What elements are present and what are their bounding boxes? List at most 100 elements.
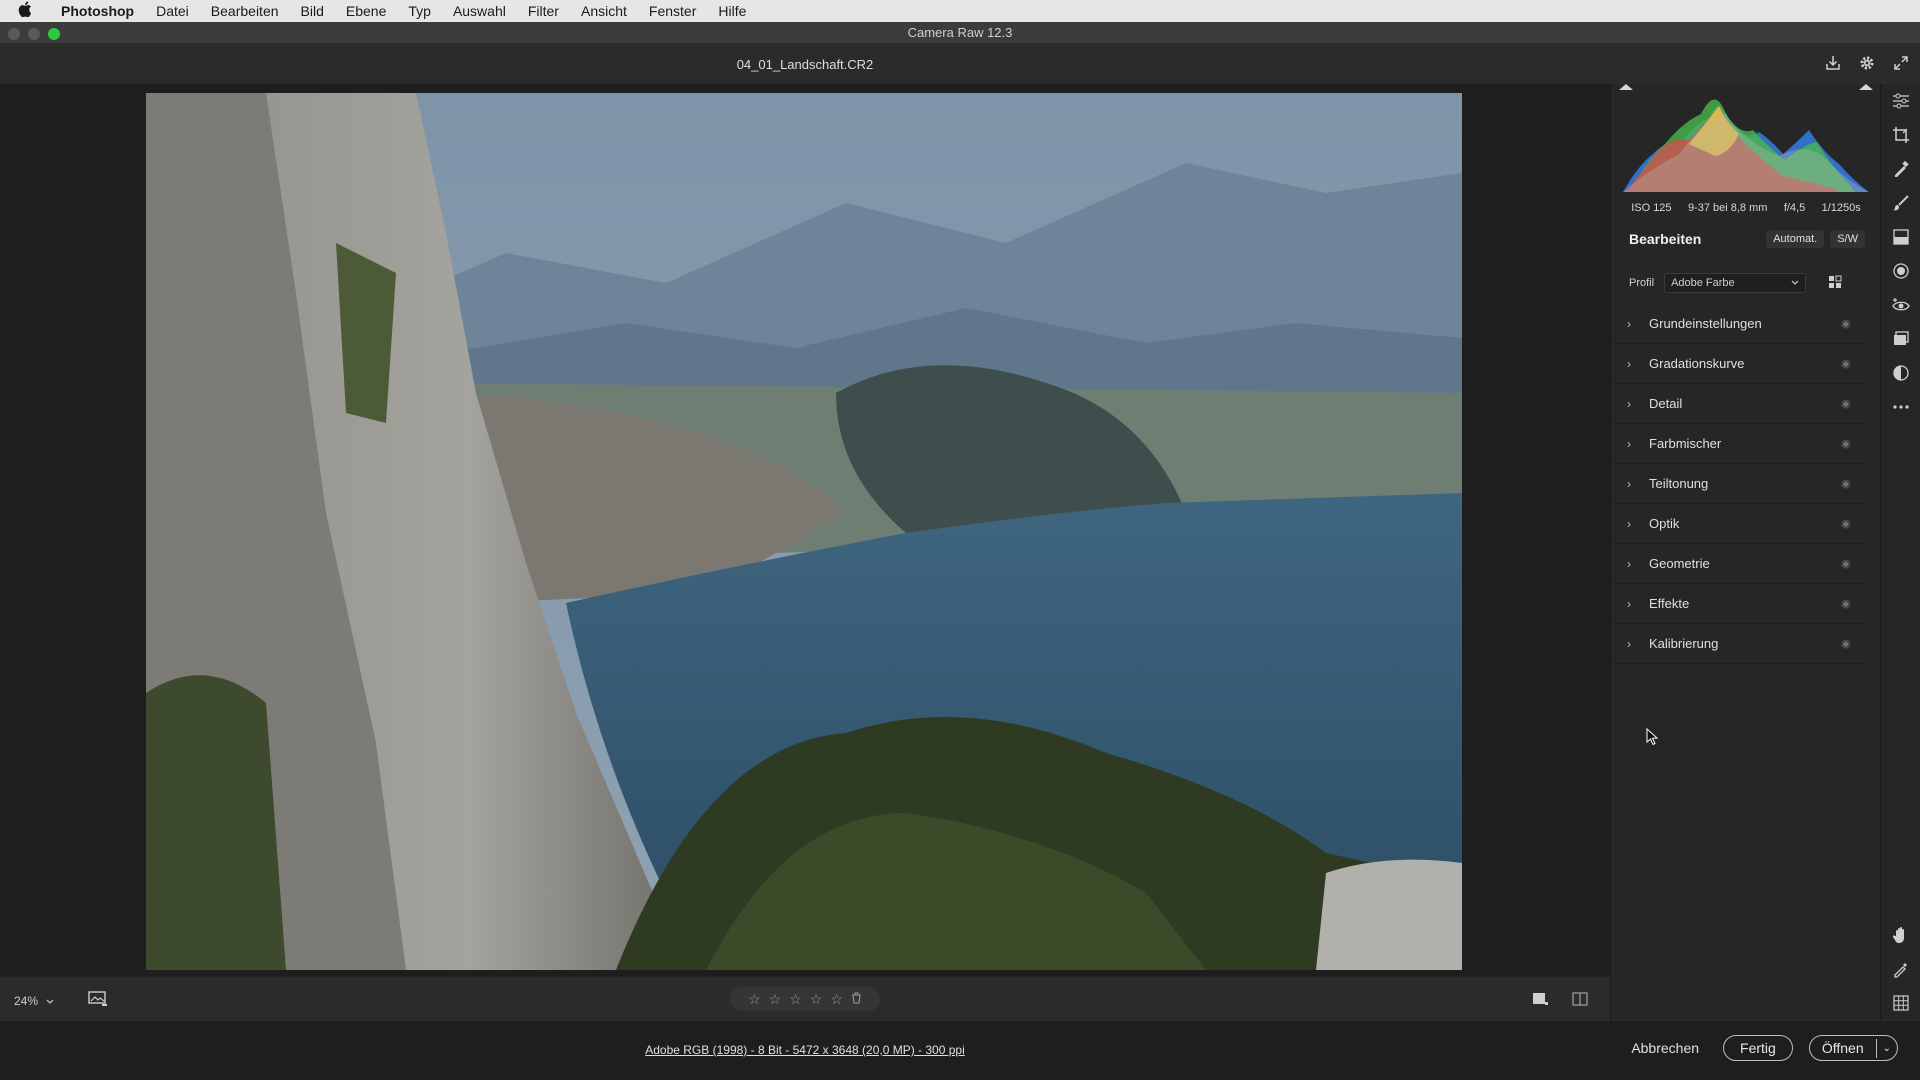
single-view-icon[interactable] <box>1532 992 1548 1011</box>
linear-gradient-icon[interactable] <box>1881 220 1920 254</box>
edit-sections: › Grundeinstellungen ◉ › Gradationskurve ◉ ›… <box>1615 304 1867 664</box>
profile-label: Profil <box>1629 277 1655 289</box>
histogram <box>1619 84 1873 194</box>
chevron-right-icon: › <box>1627 596 1631 611</box>
section-gradationskurve[interactable]: › Gradationskurve ◉ <box>1615 344 1867 384</box>
more-options-icon[interactable] <box>1881 390 1920 424</box>
eye-icon[interactable]: ◉ <box>1841 637 1867 650</box>
section-label: Kalibrierung <box>1649 636 1719 651</box>
edit-title: Bearbeiten <box>1629 231 1702 247</box>
menu-ansicht[interactable]: Ansicht <box>570 3 638 19</box>
edit-sliders-icon[interactable] <box>1881 84 1920 118</box>
filmstrip-toggle-icon[interactable] <box>88 991 108 1010</box>
brush-icon[interactable] <box>1881 186 1920 220</box>
star-icon[interactable]: ☆ <box>769 991 782 1008</box>
eye-icon[interactable]: ◉ <box>1841 397 1867 410</box>
rating-stars[interactable]: ☆ ☆ ☆ ☆ ☆ <box>730 987 880 1011</box>
apple-icon[interactable] <box>18 1 40 21</box>
open-button-group: Öffnen ⌄ <box>1808 1035 1898 1061</box>
eye-icon[interactable]: ◉ <box>1841 357 1867 370</box>
color-sampler-icon[interactable] <box>1881 952 1920 986</box>
star-icon[interactable]: ☆ <box>789 991 802 1008</box>
eye-icon[interactable]: ◉ <box>1841 477 1867 490</box>
hand-icon[interactable] <box>1881 918 1920 952</box>
presets-icon[interactable] <box>1881 356 1920 390</box>
zoom-control[interactable]: 24% <box>14 991 108 1010</box>
fullscreen-icon[interactable] <box>1892 54 1910 72</box>
healing-brush-icon[interactable] <box>1881 152 1920 186</box>
section-farbmischer[interactable]: › Farbmischer ◉ <box>1615 424 1867 464</box>
auto-button[interactable]: Automat. <box>1766 230 1825 248</box>
section-teiltonung[interactable]: › Teiltonung ◉ <box>1615 464 1867 504</box>
menu-bild[interactable]: Bild <box>290 3 335 19</box>
exif-lens: 9-37 bei 8,8 mm <box>1687 202 1768 214</box>
section-detail[interactable]: › Detail ◉ <box>1615 384 1867 424</box>
edit-header: Bearbeiten Automat. S/W <box>1629 230 1865 248</box>
fullscreen-window-button[interactable] <box>48 28 60 40</box>
workflow-options-link[interactable]: Adobe RGB (1998) - 8 Bit - 5472 x 3648 (… <box>0 1043 1610 1057</box>
radial-filter-icon[interactable] <box>1881 254 1920 288</box>
chevron-down-icon[interactable]: ⌄ <box>1875 1038 1897 1058</box>
star-icon[interactable]: ☆ <box>748 991 761 1008</box>
star-icon[interactable]: ☆ <box>810 991 823 1008</box>
section-label: Geometrie <box>1649 556 1710 571</box>
gear-icon[interactable] <box>1858 54 1876 72</box>
menu-auswahl[interactable]: Auswahl <box>442 3 517 19</box>
trash-icon[interactable] <box>851 991 862 1007</box>
zoom-level[interactable]: 24% <box>14 994 38 1008</box>
chevron-right-icon: › <box>1627 436 1631 451</box>
snapshots-icon[interactable] <box>1881 322 1920 356</box>
eye-icon[interactable]: ◉ <box>1841 517 1867 530</box>
menu-ebene[interactable]: Ebene <box>335 3 397 19</box>
window-titlebar: Camera Raw 12.3 <box>0 22 1920 44</box>
profile-browser-icon[interactable] <box>1828 275 1842 292</box>
section-geometrie[interactable]: › Geometrie ◉ <box>1615 544 1867 584</box>
chevron-down-icon[interactable] <box>46 994 54 1008</box>
section-label: Effekte <box>1649 596 1690 611</box>
minimize-window-button[interactable] <box>28 28 40 40</box>
exif-iso: ISO 125 <box>1631 202 1672 214</box>
menu-hilfe[interactable]: Hilfe <box>707 3 757 19</box>
close-window-button[interactable] <box>8 28 20 40</box>
menu-datei[interactable]: Datei <box>145 3 200 19</box>
profile-value: Adobe Farbe <box>1671 277 1735 289</box>
section-label: Detail <box>1649 396 1683 411</box>
window-title: Camera Raw 12.3 <box>907 25 1013 40</box>
exif-info: ISO 125 9-37 bei 8,8 mm f/4,5 1/1250s <box>1611 202 1881 214</box>
section-effekte[interactable]: › Effekte ◉ <box>1615 584 1867 624</box>
chevron-right-icon: › <box>1627 356 1631 371</box>
cancel-button[interactable]: Abbrechen <box>1623 1035 1707 1061</box>
photo-preview[interactable] <box>146 93 1462 970</box>
section-optik[interactable]: › Optik ◉ <box>1615 504 1867 544</box>
exif-aperture: f/4,5 <box>1783 202 1806 214</box>
section-label: Gradationskurve <box>1649 356 1745 371</box>
menu-filter[interactable]: Filter <box>517 3 570 19</box>
star-icon[interactable]: ☆ <box>830 991 843 1008</box>
compare-view-icon[interactable] <box>1572 992 1588 1011</box>
eye-icon[interactable]: ◉ <box>1841 597 1867 610</box>
tool-strip <box>1880 84 1920 1020</box>
bottom-toolbar: 24% ☆ ☆ ☆ ☆ ☆ <box>0 976 1610 1020</box>
chevron-right-icon: › <box>1627 556 1631 571</box>
profile-select[interactable]: Adobe Farbe <box>1664 273 1807 293</box>
image-canvas[interactable] <box>0 84 1610 976</box>
bw-button[interactable]: S/W <box>1830 230 1865 248</box>
menu-typ[interactable]: Typ <box>397 3 442 19</box>
eye-icon[interactable]: ◉ <box>1841 557 1867 570</box>
section-kalibrierung[interactable]: › Kalibrierung ◉ <box>1615 624 1867 664</box>
mouse-cursor-icon <box>1646 727 1660 746</box>
eye-icon[interactable]: ◉ <box>1841 437 1867 450</box>
grid-overlay-icon[interactable] <box>1881 986 1920 1020</box>
footer-bar: Adobe RGB (1998) - 8 Bit - 5472 x 3648 (… <box>0 1020 1920 1080</box>
open-button[interactable]: Öffnen <box>1810 1036 1876 1060</box>
menu-fenster[interactable]: Fenster <box>638 3 707 19</box>
save-image-icon[interactable] <box>1824 54 1842 72</box>
crop-icon[interactable] <box>1881 118 1920 152</box>
edit-panel: ISO 125 9-37 bei 8,8 mm f/4,5 1/1250s Be… <box>1610 84 1880 1020</box>
menu-photoshop[interactable]: Photoshop <box>50 3 145 19</box>
red-eye-icon[interactable] <box>1881 288 1920 322</box>
section-grundeinstellungen[interactable]: › Grundeinstellungen ◉ <box>1615 304 1867 344</box>
eye-icon[interactable]: ◉ <box>1841 317 1867 330</box>
menu-bearbeiten[interactable]: Bearbeiten <box>200 3 290 19</box>
done-button[interactable]: Fertig <box>1723 1035 1793 1061</box>
